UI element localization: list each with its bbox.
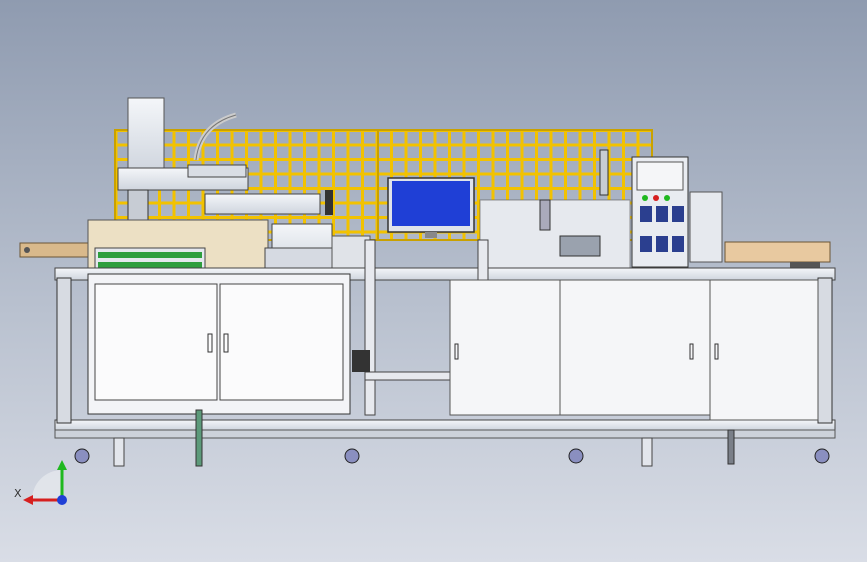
left-cabinet <box>87 273 351 415</box>
axis-triad-icon: X <box>14 460 67 505</box>
hmi-monitor[interactable] <box>387 177 475 238</box>
right-cabinets <box>449 279 819 421</box>
left-machine-body <box>87 219 269 271</box>
cad-3d-viewport[interactable]: X <box>0 0 867 562</box>
x-axis-label: X <box>14 487 22 500</box>
infeed-arm <box>19 242 91 258</box>
